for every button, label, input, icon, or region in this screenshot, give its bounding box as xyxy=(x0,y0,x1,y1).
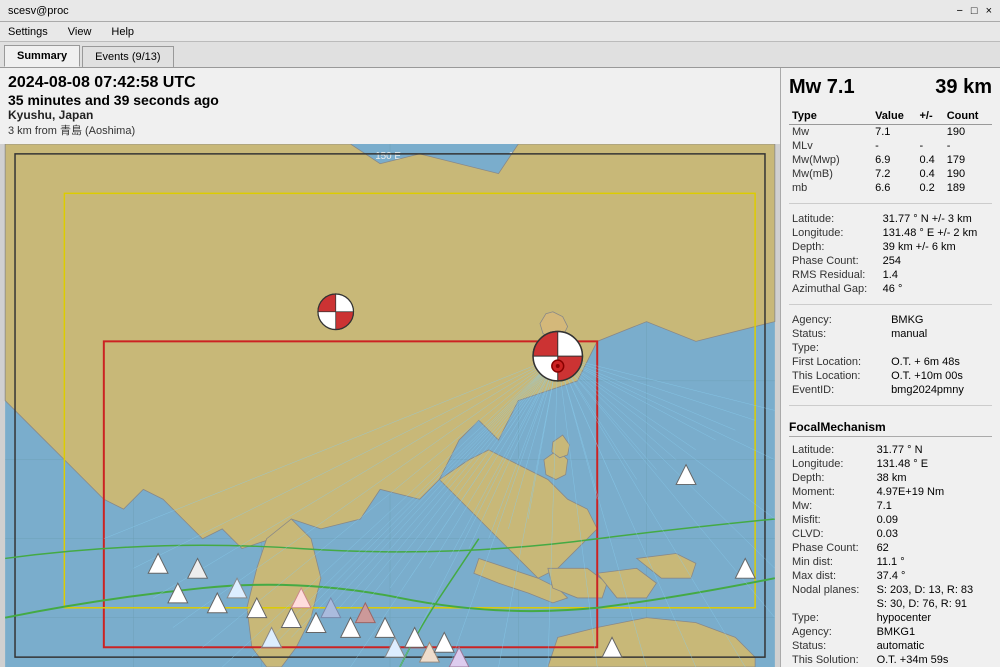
phase-label: Phase Count: xyxy=(789,254,880,268)
agency-value: BMKG xyxy=(888,313,992,327)
lat-label: Latitude: xyxy=(789,212,880,226)
mw-header: Mw 7.1 39 km xyxy=(789,76,992,99)
fm-row: Misfit: 0.09 xyxy=(789,513,992,527)
close-button[interactable]: × xyxy=(986,5,992,17)
status-label: Status: xyxy=(789,327,888,341)
location-table: Latitude: 31.77 ° N +/- 3 km Longitude: … xyxy=(789,212,992,296)
agency-row: First Location: O.T. + 6m 48s xyxy=(789,355,992,369)
col-type: Type xyxy=(789,109,872,125)
table-row: MLv - - - xyxy=(789,139,992,153)
info-panel: Mw 7.1 39 km Type Value +/- Count Mw 7.1… xyxy=(780,68,1000,667)
fm-row: Agency: BMKG1 xyxy=(789,625,992,639)
divider1 xyxy=(789,203,992,204)
loc-row: Longitude: 131.48 ° E +/- 2 km xyxy=(789,226,992,240)
loc-row: Latitude: 31.77 ° N +/- 3 km xyxy=(789,212,992,226)
col-count: Count xyxy=(944,109,992,125)
fm-row: This Solution: O.T. +34m 59s xyxy=(789,653,992,667)
type-value xyxy=(888,341,992,355)
titlebar-title: scesv@proc xyxy=(8,5,69,17)
loc-row: RMS Residual: 1.4 xyxy=(789,268,992,282)
agency-row: Status: manual xyxy=(789,327,992,341)
mw-value: Mw 7.1 xyxy=(789,76,855,99)
datetime: 2024-08-08 07:42:58 UTC xyxy=(8,74,772,92)
azimuth-value: 46 ° xyxy=(880,282,992,296)
lon-label: Longitude: xyxy=(789,226,880,240)
loc-row: Phase Count: 254 xyxy=(789,254,992,268)
eventid-value: bmg2024pmny xyxy=(888,383,992,397)
focal-mechanism-table: Latitude: 31.77 ° N Longitude: 131.48 ° … xyxy=(789,443,992,667)
agency-row: EventID: bmg2024pmny xyxy=(789,383,992,397)
menu-help[interactable]: Help xyxy=(107,24,138,40)
summary-header: 2024-08-08 07:42:58 UTC 35 minutes and 3… xyxy=(0,68,780,144)
lon-value: 131.48 ° E +/- 2 km xyxy=(880,226,992,240)
map-container[interactable]: 120 E 150 E 180 E xyxy=(0,144,780,667)
menu-view[interactable]: View xyxy=(64,24,96,40)
table-row: mb 6.6 0.2 189 xyxy=(789,181,992,195)
main-content: 2024-08-08 07:42:58 UTC 35 minutes and 3… xyxy=(0,68,1000,667)
col-pm: +/- xyxy=(916,109,943,125)
first-loc-label: First Location: xyxy=(789,355,888,369)
agency-row: This Location: O.T. +10m 00s xyxy=(789,369,992,383)
depth-value-loc: 39 km +/- 6 km xyxy=(880,240,992,254)
first-loc-value: O.T. + 6m 48s xyxy=(888,355,992,369)
fm-row: S: 30, D: 76, R: 91 xyxy=(789,597,992,611)
phase-value: 254 xyxy=(880,254,992,268)
divider2 xyxy=(789,304,992,305)
eventid-label: EventID: xyxy=(789,383,888,397)
fm-row: Type: hypocenter xyxy=(789,611,992,625)
fm-row: Mw: 7.1 xyxy=(789,499,992,513)
table-row: Mw(Mwp) 6.9 0.4 179 xyxy=(789,153,992,167)
agency-label: Agency: xyxy=(789,313,888,327)
fm-row: Latitude: 31.77 ° N xyxy=(789,443,992,457)
fm-row: Moment: 4.97E+19 Nm xyxy=(789,485,992,499)
this-loc-label: This Location: xyxy=(789,369,888,383)
left-panel: 2024-08-08 07:42:58 UTC 35 minutes and 3… xyxy=(0,68,780,667)
tabs: Summary Events (9/13) xyxy=(0,42,1000,68)
lat-value: 31.77 ° N +/- 3 km xyxy=(880,212,992,226)
tab-summary[interactable]: Summary xyxy=(4,45,80,67)
location: Kyushu, Japan xyxy=(8,108,772,122)
rms-label: RMS Residual: xyxy=(789,268,880,282)
titlebar: scesv@proc − □ × xyxy=(0,0,1000,22)
magnitude-table: Type Value +/- Count Mw 7.1 190 MLv - - … xyxy=(789,109,992,195)
agency-row: Agency: BMKG xyxy=(789,313,992,327)
maximize-button[interactable]: □ xyxy=(971,5,978,17)
map-svg[interactable]: 120 E 150 E 180 E xyxy=(0,144,780,667)
depth-label: Depth: xyxy=(789,240,880,254)
fm-row: Longitude: 131.48 ° E xyxy=(789,457,992,471)
tab-events[interactable]: Events (9/13) xyxy=(82,46,173,67)
menubar: Settings View Help xyxy=(0,22,1000,42)
depth-km-value: 39 km xyxy=(935,76,992,99)
fm-row: CLVD: 0.03 xyxy=(789,527,992,541)
table-row: Mw 7.1 190 xyxy=(789,125,992,140)
focal-mechanism-title: FocalMechanism xyxy=(789,420,992,437)
fm-row: Depth: 38 km xyxy=(789,471,992,485)
fm-row: Status: automatic xyxy=(789,639,992,653)
loc-row: Azimuthal Gap: 46 ° xyxy=(789,282,992,296)
menu-settings[interactable]: Settings xyxy=(4,24,52,40)
rms-value: 1.4 xyxy=(880,268,992,282)
table-row: Mw(mB) 7.2 0.4 190 xyxy=(789,167,992,181)
agency-row: Type: xyxy=(789,341,992,355)
agency-table: Agency: BMKG Status: manual Type: First … xyxy=(789,313,992,397)
col-value: Value xyxy=(872,109,916,125)
fm-row: Max dist: 37.4 ° xyxy=(789,569,992,583)
distance: 3 km from 青島 (Aoshima) xyxy=(8,122,772,138)
status-value: manual xyxy=(888,327,992,341)
divider3 xyxy=(789,405,992,406)
this-loc-value: O.T. +10m 00s xyxy=(888,369,992,383)
fm-row: Nodal planes: S: 203, D: 13, R: 83 xyxy=(789,583,992,597)
fm-row: Phase Count: 62 xyxy=(789,541,992,555)
fm-row: Min dist: 11.1 ° xyxy=(789,555,992,569)
titlebar-controls: − □ × xyxy=(956,5,992,17)
type-label: Type: xyxy=(789,341,888,355)
loc-row: Depth: 39 km +/- 6 km xyxy=(789,240,992,254)
azimuth-label: Azimuthal Gap: xyxy=(789,282,880,296)
time-ago: 35 minutes and 39 seconds ago xyxy=(8,92,772,108)
minimize-button[interactable]: − xyxy=(956,5,962,17)
